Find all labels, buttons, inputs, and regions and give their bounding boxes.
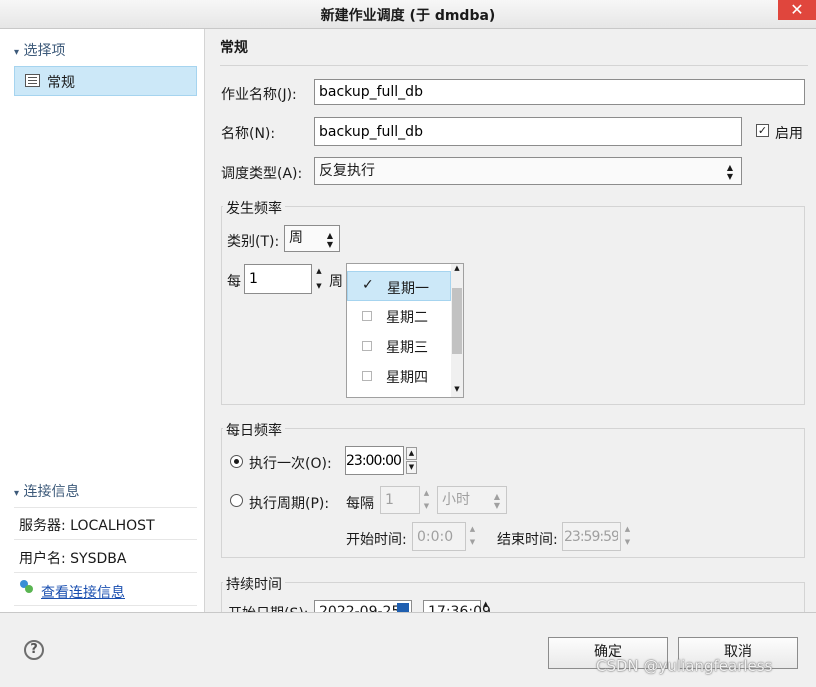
collapse-icon: ▾ xyxy=(14,488,20,499)
updown-icon: ▲ ▼ xyxy=(326,231,333,249)
interval-label: 每隔 xyxy=(346,496,374,512)
calendar-icon[interactable] xyxy=(397,603,409,612)
server-info: 服务器: LOCALHOST xyxy=(19,518,155,534)
title-bar: 新建作业调度 (于 dmdba) xyxy=(0,0,816,29)
duration-group-label: 持续时间 xyxy=(223,574,285,594)
scrollbar[interactable]: ▲ ▼ xyxy=(451,264,463,397)
every-label: 每 xyxy=(227,274,241,290)
end-time-input[interactable] xyxy=(562,522,621,551)
list-item[interactable]: 星期四 xyxy=(347,361,451,391)
day-label: 星期一 xyxy=(387,281,429,297)
start-time-label: 开始时间: xyxy=(346,532,407,548)
periodic-label: 执行周期(P): xyxy=(249,496,330,512)
periodic-radio[interactable] xyxy=(230,494,243,507)
unit-label: 周 xyxy=(329,274,343,290)
updown-icon: ▲ ▼ xyxy=(726,163,733,181)
close-button[interactable]: ✕ xyxy=(778,0,816,20)
sidebar-item-label: 常规 xyxy=(47,75,75,91)
category-value: 周 xyxy=(289,230,303,246)
start-time-spinner[interactable]: ▲ ▼ xyxy=(467,523,478,550)
section-title: 常规 xyxy=(220,40,248,56)
check-icon: ✓ xyxy=(362,277,374,293)
footer-divider xyxy=(0,612,816,613)
daily-group-label: 每日频率 xyxy=(223,420,285,440)
page-icon xyxy=(25,74,40,87)
select-section-header[interactable]: ▾ 选择项 xyxy=(14,40,65,60)
scroll-up-icon[interactable]: ▲ xyxy=(451,264,463,272)
time-down-button[interactable]: ▼ xyxy=(406,461,417,474)
list-item[interactable]: ✓ 星期一 xyxy=(347,271,451,301)
job-name-input[interactable] xyxy=(314,79,805,105)
sidebar-item-general[interactable]: 常规 xyxy=(14,66,197,96)
start-time-of-date-input[interactable]: 17:36:09 xyxy=(423,600,491,612)
every-input[interactable] xyxy=(244,264,312,294)
collapse-icon: ▾ xyxy=(14,47,20,58)
name-input[interactable] xyxy=(314,117,742,146)
connection-icon xyxy=(19,579,33,593)
schedule-type-value: 反复执行 xyxy=(319,163,375,179)
job-name-label: 作业名称(J): xyxy=(221,87,297,103)
interval-input[interactable] xyxy=(380,486,420,514)
frequency-group-label: 发生频率 xyxy=(223,198,285,218)
every-spinner[interactable]: ▲ ▼ xyxy=(313,264,325,294)
schedule-type-select[interactable]: 反复执行 ▲ ▼ xyxy=(314,157,742,185)
day-checkbox[interactable] xyxy=(362,341,372,351)
end-time-label: 结束时间: xyxy=(497,532,558,548)
once-time-input[interactable] xyxy=(345,446,404,475)
end-time-spinner[interactable]: ▲ ▼ xyxy=(622,523,633,550)
list-item[interactable]: 星期三 xyxy=(347,331,451,361)
duration-row: 开始日期(S): 2022-09-25 17:36:09 ▲ xyxy=(221,598,805,612)
interval-unit-value: 小时 xyxy=(442,492,470,508)
help-icon[interactable]: ? xyxy=(24,640,44,660)
select-section-title: 选择项 xyxy=(23,43,66,59)
divider xyxy=(14,605,197,606)
category-select[interactable]: 周 ▲ ▼ xyxy=(284,225,340,252)
name-label: 名称(N): xyxy=(221,126,276,142)
date-time-spinner[interactable]: ▲ xyxy=(483,600,488,608)
divider xyxy=(14,572,197,573)
enabled-label: 启用 xyxy=(775,126,803,142)
start-date-label: 开始日期(S): xyxy=(228,603,309,612)
day-label: 星期四 xyxy=(386,370,428,386)
user-info: 用户名: SYSDBA xyxy=(19,551,127,567)
weekday-list[interactable]: ✓ 星期一 星期二 星期三 星期四 ▲ ▼ xyxy=(346,263,464,398)
day-label: 星期二 xyxy=(386,310,428,326)
day-label: 星期三 xyxy=(386,340,428,356)
connection-section-header[interactable]: ▾ 连接信息 xyxy=(14,481,79,501)
start-time-input[interactable] xyxy=(412,522,466,551)
updown-icon: ▲ ▼ xyxy=(493,492,500,510)
schedule-type-label: 调度类型(A): xyxy=(221,166,303,182)
divider xyxy=(14,539,197,540)
scroll-down-icon[interactable]: ▼ xyxy=(451,385,463,393)
time-up-button[interactable]: ▲ xyxy=(406,447,417,460)
once-label: 执行一次(O): xyxy=(249,456,332,472)
watermark: CSDN @yuliangfearless xyxy=(596,657,773,675)
divider xyxy=(14,507,197,508)
once-radio[interactable] xyxy=(230,455,243,468)
scroll-thumb[interactable] xyxy=(452,288,462,354)
connection-section-title: 连接信息 xyxy=(23,484,80,500)
divider xyxy=(220,65,808,66)
interval-unit-select[interactable]: 小时 ▲ ▼ xyxy=(437,486,507,514)
category-label: 类别(T): xyxy=(227,234,280,250)
window-title: 新建作业调度 (于 dmdba) xyxy=(320,8,496,24)
view-connection-link[interactable]: 查看连接信息 xyxy=(41,582,125,602)
enabled-checkbox[interactable]: ✓ xyxy=(756,124,769,137)
day-checkbox[interactable] xyxy=(362,311,372,321)
interval-spinner[interactable]: ▲ ▼ xyxy=(421,487,432,513)
day-checkbox[interactable] xyxy=(362,371,372,381)
list-item[interactable]: 星期二 xyxy=(347,301,451,331)
